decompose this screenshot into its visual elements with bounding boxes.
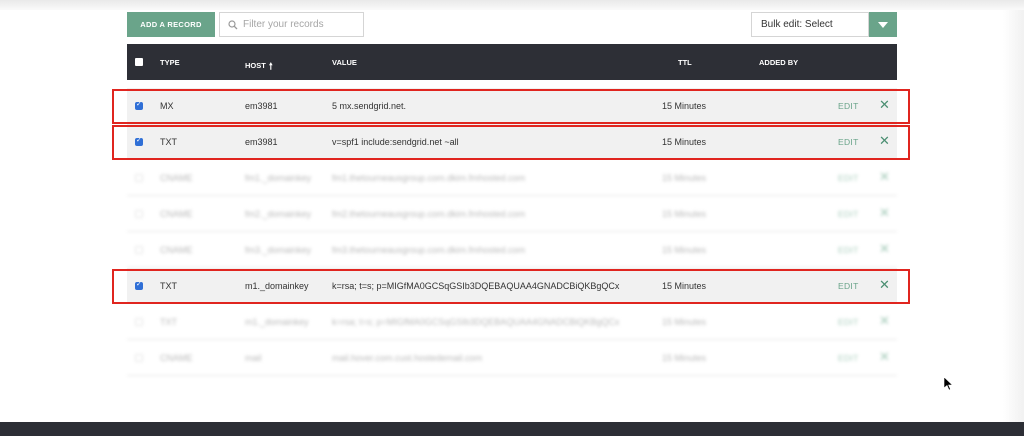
record-host: fm3._domainkey	[245, 245, 312, 255]
record-host: m1._domainkey	[245, 317, 309, 327]
record-ttl: 15 Minutes	[662, 137, 707, 147]
edit-record-button[interactable]: EDIT	[838, 209, 859, 219]
top-bar	[0, 0, 1024, 10]
table-row[interactable]: CNAME fm2._domainkey fm2.thetourneausgroup…	[127, 196, 897, 232]
table-row[interactable]: CNAME fm3._domainkey fm3.thetourneausgroup…	[127, 232, 897, 268]
page-edge-shadow	[1003, 10, 1024, 422]
column-type[interactable]: TYPE	[160, 58, 180, 67]
delete-record-icon[interactable]: ✕	[879, 134, 890, 147]
mouse-cursor-icon	[944, 377, 953, 391]
delete-record-icon[interactable]: ✕	[879, 242, 890, 255]
record-host: fm1._domainkey	[245, 173, 312, 183]
row-checkbox[interactable]	[135, 174, 143, 182]
edit-record-button[interactable]: EDIT	[838, 245, 859, 255]
record-ttl: 15 Minutes	[662, 281, 707, 291]
record-type: TXT	[160, 317, 177, 327]
table-row[interactable]: CNAME fm1._domainkey fm1.thetourneausgroup…	[127, 160, 897, 196]
filter-placeholder: Filter your records	[243, 19, 324, 30]
edit-record-button[interactable]: EDIT	[838, 101, 859, 111]
column-added-by[interactable]: ADDED BY	[759, 58, 798, 67]
record-type: CNAME	[160, 353, 193, 363]
delete-record-icon[interactable]: ✕	[879, 170, 890, 183]
record-ttl: 15 Minutes	[662, 317, 707, 327]
record-ttl: 15 Minutes	[662, 353, 707, 363]
row-checkbox[interactable]	[135, 246, 143, 254]
select-all-checkbox[interactable]	[135, 58, 143, 66]
bulk-edit-dropdown-button[interactable]	[869, 12, 897, 37]
record-host: fm2._domainkey	[245, 209, 312, 219]
edit-record-button[interactable]: EDIT	[838, 281, 859, 291]
record-value: 5 mx.sendgrid.net.	[332, 101, 407, 111]
record-ttl: 15 Minutes	[662, 245, 707, 255]
row-checkbox[interactable]	[135, 354, 143, 362]
table-header: TYPE HOST 🠕 VALUE TTL ADDED BY	[127, 44, 897, 80]
column-ttl[interactable]: TTL	[678, 58, 692, 67]
record-value: fm2.thetourneausgroup.com.dkim.fmhosted.…	[332, 209, 526, 219]
delete-record-icon[interactable]: ✕	[879, 350, 890, 363]
record-ttl: 15 Minutes	[662, 101, 707, 111]
row-checkbox[interactable]	[135, 318, 143, 326]
bulk-edit-select[interactable]: Bulk edit: Select	[751, 12, 869, 37]
record-host: em3981	[245, 101, 278, 111]
column-value[interactable]: VALUE	[332, 58, 357, 67]
edit-record-button[interactable]: EDIT	[838, 317, 859, 327]
edit-record-button[interactable]: EDIT	[838, 353, 859, 363]
record-host: m1._domainkey	[245, 281, 309, 291]
add-record-button[interactable]: ADD A RECORD	[127, 12, 215, 37]
column-host-label: HOST	[245, 61, 266, 70]
record-type: CNAME	[160, 173, 193, 183]
row-checkbox[interactable]	[135, 136, 143, 146]
record-value: k=rsa; t=s; p=MIGfMA0GCSqGSIb3DQEBAQUAA4…	[332, 281, 620, 291]
row-checkbox[interactable]	[135, 280, 143, 290]
delete-record-icon[interactable]: ✕	[879, 206, 890, 219]
sort-arrow-icon: 🠕	[268, 61, 273, 71]
record-host: mail	[245, 353, 262, 363]
record-value: fm3.thetourneausgroup.com.dkim.fmhosted.…	[332, 245, 526, 255]
delete-record-icon[interactable]: ✕	[879, 314, 890, 327]
record-type: CNAME	[160, 245, 193, 255]
edit-record-button[interactable]: EDIT	[838, 137, 859, 147]
record-value: k=rsa; t=s; p=MIGfMA0GCSqGSIb3DQEBAQUAA4…	[332, 317, 620, 327]
record-host: em3981	[245, 137, 278, 147]
record-ttl: 15 Minutes	[662, 173, 707, 183]
record-type: CNAME	[160, 209, 193, 219]
table-row[interactable]: TXT em3981 v=spf1 include:sendgrid.net ~al…	[127, 124, 897, 160]
column-host[interactable]: HOST 🠕	[245, 58, 273, 74]
record-ttl: 15 Minutes	[662, 209, 707, 219]
record-value: v=spf1 include:sendgrid.net ~all	[332, 137, 459, 147]
search-icon	[228, 19, 238, 29]
table-row[interactable]: TXT m1._domainkey k=rsa; t=s; p=MIGfMA0GCS…	[127, 268, 897, 304]
table-row[interactable]: CNAME mail mail.hover.com.cust.hostedemail…	[127, 340, 897, 376]
delete-record-icon[interactable]: ✕	[879, 278, 890, 291]
edit-record-button[interactable]: EDIT	[838, 173, 859, 183]
delete-record-icon[interactable]: ✕	[879, 98, 890, 111]
record-type: MX	[160, 101, 174, 111]
footer-bar	[0, 422, 1024, 436]
record-value: mail.hover.com.cust.hostedemail.com	[332, 353, 483, 363]
record-type: TXT	[160, 137, 177, 147]
chevron-down-icon	[878, 21, 888, 28]
record-value: fm1.thetourneausgroup.com.dkim.fmhosted.…	[332, 173, 526, 183]
row-checkbox[interactable]	[135, 100, 143, 110]
table-row[interactable]: TXT m1._domainkey k=rsa; t=s; p=MIGfMA0GCS…	[127, 304, 897, 340]
record-type: TXT	[160, 281, 177, 291]
row-checkbox[interactable]	[135, 210, 143, 218]
table-row[interactable]: MX em3981 5 mx.sendgrid.net. 15 Minutes EDIT…	[127, 88, 897, 124]
filter-records-input[interactable]: Filter your records	[219, 12, 364, 37]
